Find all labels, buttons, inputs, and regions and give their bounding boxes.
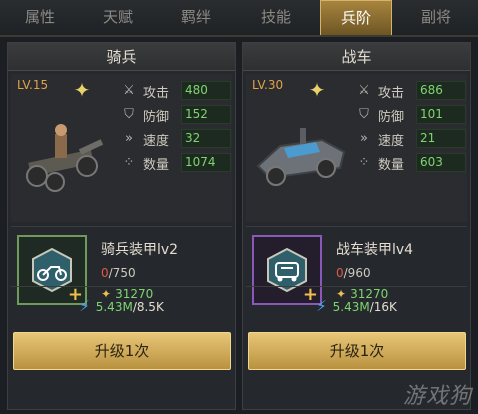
armor-progress: 0/960 xyxy=(336,266,371,280)
stat-quantity: ⁘ 数量 1074 xyxy=(119,152,231,174)
armor-name: 战车装甲lv4 xyxy=(336,242,414,258)
tab-bar: 属性 天赋 羁绊 技能 兵阶 副将 xyxy=(0,0,478,37)
speed-icon: » xyxy=(125,131,133,146)
shield-icon: ⛉ xyxy=(124,107,134,122)
stats-list: ⚔ 攻击 480 ⛉ 防御 152 » 速度 32 ⁘ 数量 1074 xyxy=(119,80,231,176)
tab-attributes[interactable]: 属性 xyxy=(4,0,76,35)
stat-defense: ⛉ 防御 152 xyxy=(119,104,231,126)
tab-talent[interactable]: 天赋 xyxy=(82,0,154,35)
puzzle-icon[interactable]: ✦ xyxy=(71,79,93,101)
speed-icon: » xyxy=(360,131,368,146)
shield-icon: ⛉ xyxy=(359,107,369,122)
chariot-vehicle-image xyxy=(256,128,346,186)
unit-level: LV.30 xyxy=(252,78,284,92)
swords-icon: ⚔ xyxy=(123,83,135,98)
swords-icon: ⚔ xyxy=(358,83,370,98)
stat-defense: ⛉ 防御 101 xyxy=(354,104,466,126)
tab-deputy[interactable]: 副将 xyxy=(400,0,472,35)
power-area: ⚡ 5.43M/8.5K xyxy=(11,286,232,328)
panel-chariot: 战车 LV.30 ✦ ⚔ 攻击 686 ⛉ 防御 101 » 速度 21 ⁘ 数… xyxy=(242,42,471,410)
panel-cavalry: 骑兵 LV.15 ✦ ⚔ 攻击 480 ⛉ 防御 152 » 速度 32 ⁘ 数… xyxy=(7,42,236,410)
stats-list: ⚔ 攻击 686 ⛉ 防御 101 » 速度 21 ⁘ 数量 603 xyxy=(354,80,466,176)
panel-title: 战车 xyxy=(243,43,470,71)
tab-bond[interactable]: 羁绊 xyxy=(160,0,232,35)
lightning-icon: ⚡ xyxy=(316,297,327,315)
tab-skills[interactable]: 技能 xyxy=(240,0,312,35)
stat-attack: ⚔ 攻击 686 xyxy=(354,80,466,102)
watermark-logo: 游戏狗 xyxy=(402,384,472,409)
panel-title: 骑兵 xyxy=(8,43,235,71)
tab-troop-rank[interactable]: 兵阶 xyxy=(320,0,392,35)
armor-name: 骑兵装甲lv2 xyxy=(101,242,179,258)
unit-level: LV.15 xyxy=(17,78,49,92)
puzzle-icon[interactable]: ✦ xyxy=(306,79,328,101)
troops-icon: ⁘ xyxy=(358,155,370,170)
power-requirement: ⚡ 5.43M/8.5K xyxy=(79,297,164,315)
lightning-icon: ⚡ xyxy=(79,297,90,315)
power-area: ⚡ 5.43M/16K xyxy=(246,286,467,328)
armor-progress: 0/750 xyxy=(101,266,136,280)
troops-icon: ⁘ xyxy=(123,155,135,170)
power-requirement: ⚡ 5.43M/16K xyxy=(316,297,397,315)
unit-area: LV.15 ✦ ⚔ 攻击 480 ⛉ 防御 152 » 速度 32 ⁘ 数量 1… xyxy=(11,74,232,222)
upgrade-button[interactable]: 升级1次 xyxy=(248,332,466,370)
stat-attack: ⚔ 攻击 480 xyxy=(119,80,231,102)
stat-speed: » 速度 32 xyxy=(119,128,231,150)
upgrade-button[interactable]: 升级1次 xyxy=(13,332,231,370)
unit-area: LV.30 ✦ ⚔ 攻击 686 ⛉ 防御 101 » 速度 21 ⁘ 数量 6… xyxy=(246,74,467,222)
stat-quantity: ⁘ 数量 603 xyxy=(354,152,466,174)
stat-speed: » 速度 21 xyxy=(354,128,466,150)
cavalry-vehicle-image xyxy=(26,124,104,192)
